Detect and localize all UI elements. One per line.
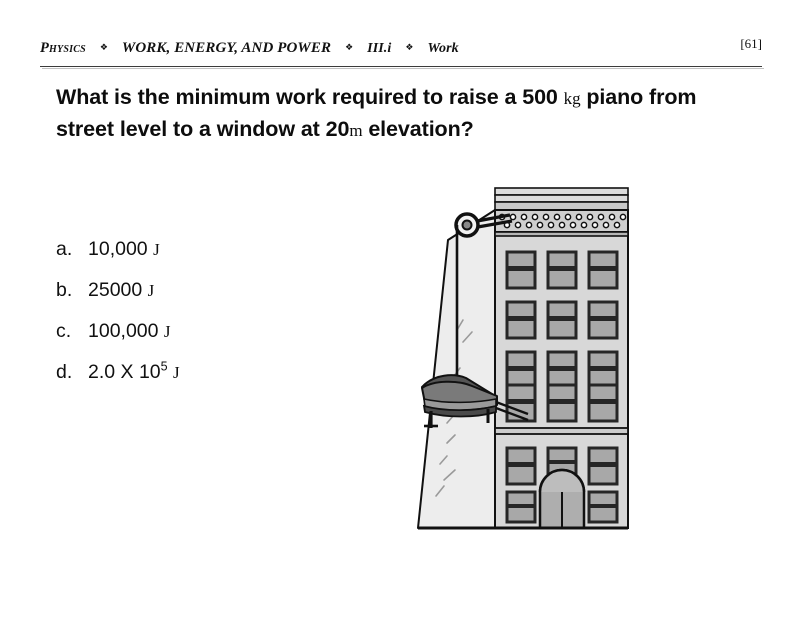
window [505,490,537,524]
window [587,250,619,290]
unit-joules: J [163,322,171,341]
question-text: What is the minimum work required to rai… [56,82,756,146]
diamond-separator-icon: ❖ [99,43,108,53]
answer-option-b[interactable]: b. 25000 J [56,279,356,320]
unit-joules: J [173,363,180,382]
unit-joules: J [147,281,155,300]
window [546,383,578,423]
header-divider-shadow [42,68,764,69]
arched-doorway [538,468,586,530]
window [587,446,619,486]
answer-value: 2.0 X 105 J [88,359,180,383]
window [546,350,578,390]
header-divider [40,66,762,67]
unit-joules: J [153,240,160,259]
slide: Physics ❖ WORK, ENERGY, AND POWER ❖ III.… [0,0,800,617]
question-part-3: elevation? [362,117,474,141]
unit-meters: m [349,121,363,140]
window [505,383,537,423]
window [505,350,537,390]
answer-option-a[interactable]: a. 10,000 J [56,238,356,279]
pulley-icon [454,212,480,238]
answer-option-c[interactable]: c. 100,000 J [56,320,356,361]
breadcrumb-unit: WORK, ENERGY, AND POWER [121,40,332,56]
window [505,250,537,290]
cornice-lower-band [494,231,629,237]
answer-value: 25000 J [88,279,155,301]
building-illustration [400,180,660,550]
diamond-separator-icon: ❖ [345,43,354,53]
slide-header: Physics ❖ WORK, ENERGY, AND POWER ❖ III.… [40,36,762,64]
answer-value: 10,000 J [88,238,160,260]
breadcrumb-topic: Work [427,41,459,56]
windows-upper [505,250,619,423]
window [587,490,619,524]
window [587,300,619,340]
answer-letter: a. [56,238,73,260]
breadcrumb-section: III.i [367,41,392,56]
window [546,250,578,290]
breadcrumb-course: Physics [40,40,86,56]
diamond-separator-icon: ❖ [405,43,414,53]
window [505,300,537,340]
window [505,446,537,486]
window [546,300,578,340]
answer-choices: a. 10,000 J b. 25000 J c. 100,000 J d. 2… [56,238,356,402]
answer-letter: c. [56,320,72,342]
breadcrumb: Physics ❖ WORK, ENERGY, AND POWER ❖ III.… [40,40,740,57]
answer-letter: d. [56,361,73,383]
window [587,383,619,423]
answer-option-d[interactable]: d. 2.0 X 105 J [56,359,356,402]
floor-divider [494,427,629,435]
answer-letter: b. [56,279,73,301]
answer-value: 100,000 J [88,320,171,342]
question-part-1: What is the minimum work required to rai… [56,85,564,109]
window [587,350,619,390]
page-number: [61] [740,36,762,51]
unit-kilograms: kg [563,89,581,108]
